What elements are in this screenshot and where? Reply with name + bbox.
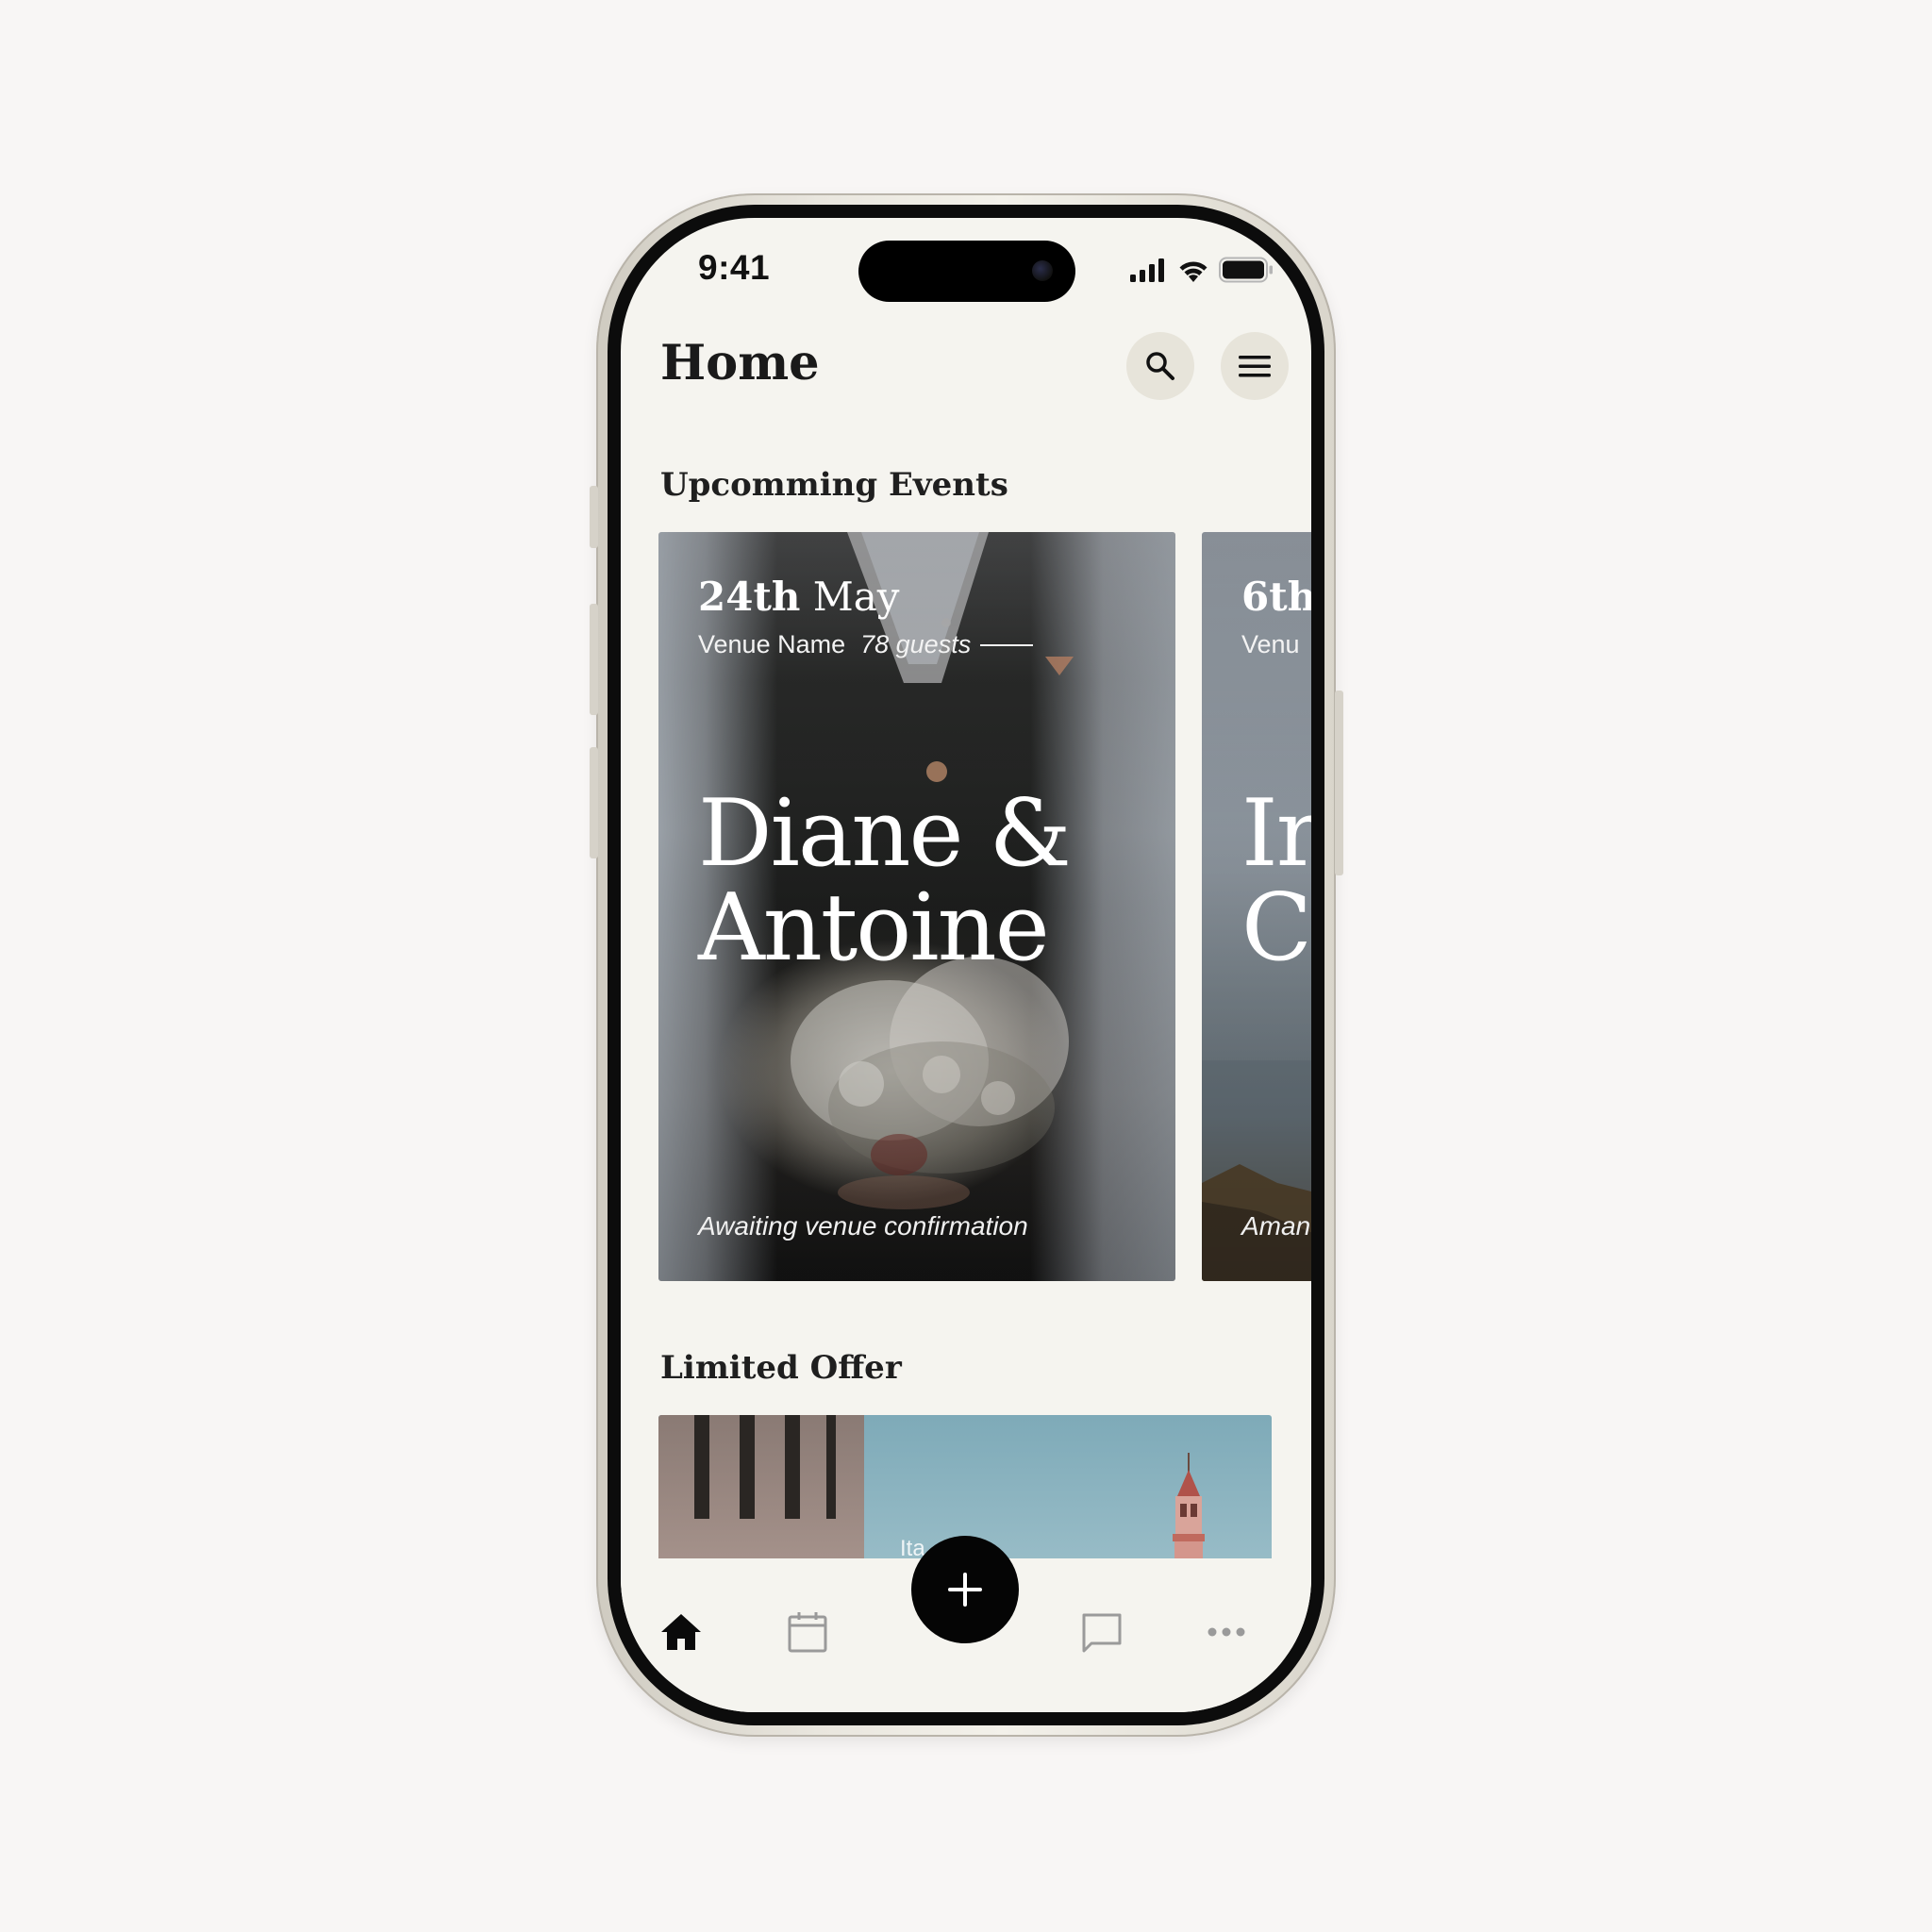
tab-home[interactable]	[653, 1604, 709, 1660]
event-day: 6th	[1241, 574, 1311, 620]
event-month: May	[812, 574, 900, 620]
event-card-next[interactable]: 6th Venu Ir C Aman	[1202, 532, 1311, 1281]
menu-button[interactable]	[1221, 332, 1289, 400]
tab-more[interactable]	[1198, 1604, 1255, 1660]
status-time: 9:41	[698, 248, 771, 287]
chat-icon	[1082, 1613, 1122, 1653]
search-icon	[1146, 352, 1174, 380]
volume-up-button	[590, 604, 598, 715]
venue-name: Venue Name	[698, 630, 846, 658]
add-icon	[948, 1573, 982, 1607]
hamburger-menu-icon	[1239, 356, 1271, 377]
page-title: Home	[660, 335, 820, 391]
building-window	[694, 1415, 709, 1519]
tab-messages[interactable]	[1074, 1604, 1130, 1660]
more-icon	[1208, 1627, 1245, 1637]
event-day: 24th	[698, 574, 801, 620]
couple-name-line-2: C	[1241, 874, 1311, 982]
event-meta: Venu	[1241, 630, 1300, 659]
couple-name-line-1: Ir	[1241, 780, 1311, 888]
event-status: Awaiting venue confirmation	[698, 1211, 1028, 1241]
volume-down-button	[590, 747, 598, 858]
action-button	[590, 486, 598, 548]
limited-offer-heading: Limited Offer	[660, 1349, 902, 1387]
venue-name: Venu	[1241, 630, 1300, 658]
couple-name-line-1: Diane &	[698, 780, 1072, 888]
event-meta: Venue Name 78 guests	[698, 630, 1034, 659]
wifi-icon	[1179, 261, 1208, 282]
building-window	[740, 1415, 755, 1519]
event-status: Aman	[1241, 1211, 1311, 1241]
home-icon	[661, 1614, 701, 1650]
screen: 9:41 Home Upcomming Events 24th May Venu…	[621, 218, 1311, 1712]
couple-names: Diane & Antoine	[698, 780, 1072, 982]
guest-count: 78 guests	[860, 630, 972, 658]
dynamic-island	[858, 241, 1075, 302]
event-card[interactable]: 24th May Venue Name 78 guests Diane & An…	[658, 532, 1175, 1281]
power-button	[1335, 691, 1343, 875]
building-window	[826, 1415, 836, 1519]
event-date: 24th May	[698, 574, 900, 620]
event-date: 6th	[1241, 574, 1311, 620]
add-button[interactable]	[911, 1536, 1019, 1643]
upcoming-events-heading: Upcomming Events	[660, 466, 1008, 504]
meta-divider	[980, 643, 1034, 646]
front-camera	[1032, 260, 1053, 281]
building-window	[785, 1415, 800, 1519]
battery-icon	[1219, 257, 1273, 283]
couple-name-line-2: Antoine	[698, 874, 1050, 982]
cellular-signal-icon	[1130, 258, 1164, 282]
status-icons	[1130, 256, 1274, 284]
couple-names: Ir C	[1241, 787, 1311, 975]
search-button[interactable]	[1126, 332, 1194, 400]
calendar-icon	[788, 1612, 827, 1653]
tab-calendar[interactable]	[779, 1604, 836, 1660]
